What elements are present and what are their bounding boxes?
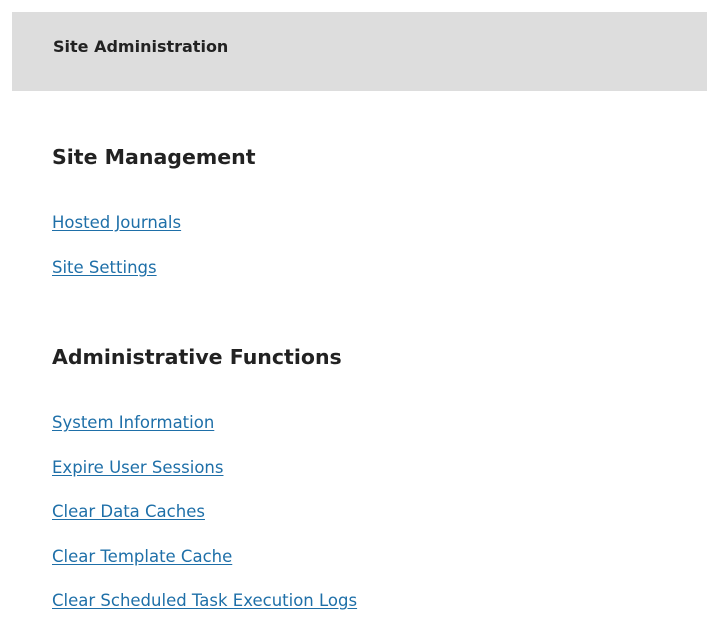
expire-user-sessions-link[interactable]: Expire User Sessions	[52, 457, 223, 479]
site-settings-link[interactable]: Site Settings	[52, 257, 157, 279]
administrative-functions-heading: Administrative Functions	[52, 345, 342, 369]
hosted-journals-link[interactable]: Hosted Journals	[52, 212, 181, 234]
system-information-link[interactable]: System Information	[52, 412, 214, 434]
page-header-bar: Site Administration	[12, 12, 707, 91]
page: Site Administration Site Management Host…	[0, 0, 707, 617]
site-management-heading: Site Management	[52, 145, 256, 169]
clear-template-cache-link[interactable]: Clear Template Cache	[52, 546, 232, 568]
clear-scheduled-task-execution-logs-link[interactable]: Clear Scheduled Task Execution Logs	[52, 590, 357, 612]
page-title: Site Administration	[53, 37, 229, 56]
clear-data-caches-link[interactable]: Clear Data Caches	[52, 501, 205, 523]
